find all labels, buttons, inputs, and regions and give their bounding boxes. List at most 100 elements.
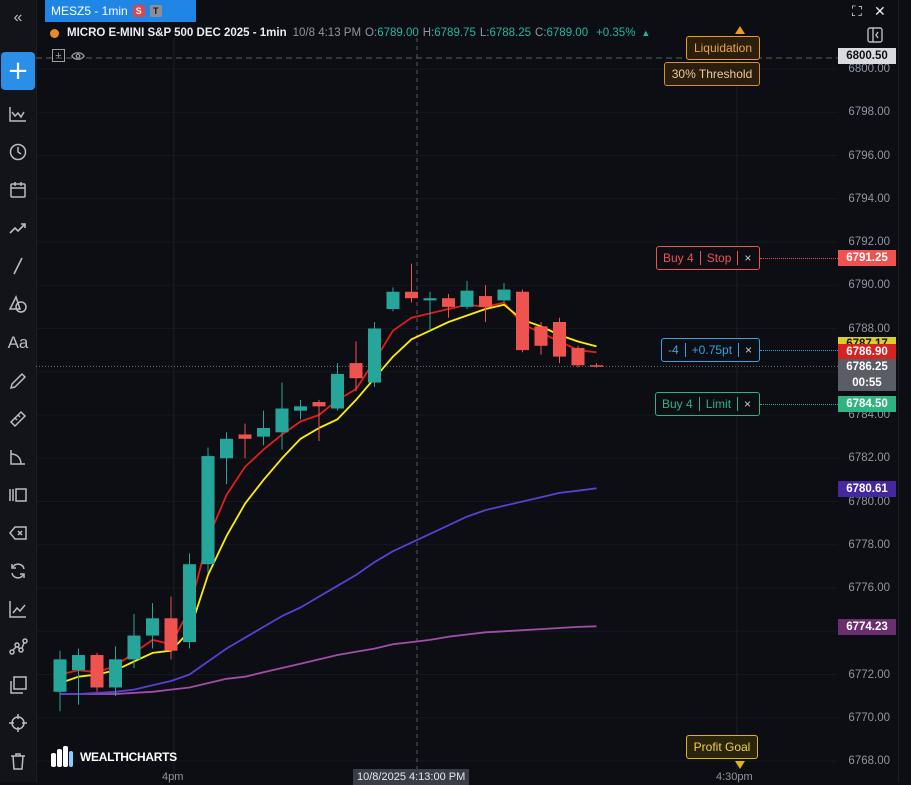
delete-tool-icon[interactable] — [6, 749, 30, 773]
candle-body — [90, 655, 104, 688]
stats-tool-icon[interactable] — [6, 597, 30, 621]
stop-order[interactable]: Buy 4 Stop × — [656, 246, 760, 270]
stop-order-cancel-icon[interactable]: × — [738, 251, 757, 265]
limit-order-label: Buy 4 — [662, 397, 693, 411]
candle-body — [109, 659, 122, 688]
price-tick-label: 6780.00 — [848, 495, 890, 508]
price-tick-label: 6772.00 — [848, 668, 890, 681]
price-tick-label: 6790.00 — [848, 279, 890, 292]
wealthcharts-logo: WEALTHCHARTS — [50, 745, 177, 769]
collapse-toolbar-icon[interactable]: « — [0, 0, 36, 36]
candle-body — [516, 291, 529, 351]
candle-body — [423, 298, 437, 301]
trend-tool-icon[interactable] — [6, 216, 30, 240]
candle-body — [590, 365, 603, 367]
profit-goal-marker[interactable]: Profit Goal — [686, 735, 758, 759]
position-order[interactable]: -4 +0.75pt × — [661, 338, 760, 362]
exchange-logo-icon — [50, 28, 59, 38]
price-tick-label: 6776.00 — [848, 582, 890, 594]
candle-body — [238, 434, 252, 439]
candle-body — [553, 322, 566, 357]
close-icon[interactable]: ✕ — [874, 3, 886, 20]
candle-body — [183, 564, 196, 643]
price-tick-label: 6796.00 — [848, 149, 890, 162]
t-badge[interactable]: T — [149, 5, 162, 17]
ma-blue-line — [60, 487, 597, 695]
candle-body — [53, 659, 67, 692]
candle-body — [571, 347, 585, 366]
candle-body — [386, 291, 400, 310]
candle-body — [257, 427, 270, 437]
price-tag-ma-blue: 6780.61 — [838, 481, 896, 497]
liquidation-marker[interactable]: Liquidation — [686, 36, 760, 60]
candle-body — [294, 406, 307, 411]
tab-title: MESZ5 - 1min — [51, 4, 128, 18]
stop-order-type: Stop — [706, 251, 732, 265]
crosshair-tool-icon[interactable] — [6, 711, 30, 735]
candle-body — [201, 456, 215, 565]
price-tag-limit: 6784.50 — [838, 396, 896, 412]
chart-tab[interactable]: MESZ5 - 1min S T — [45, 0, 196, 22]
candle-body — [164, 618, 178, 651]
clock-tool-icon[interactable] — [6, 140, 30, 164]
limit-order-cancel-icon[interactable]: × — [738, 397, 757, 411]
pencil-tool-icon[interactable] — [6, 369, 30, 393]
sync-tool-icon[interactable] — [6, 559, 30, 583]
position-pnl: +0.75pt — [691, 343, 733, 357]
calendar-tool-icon[interactable] — [6, 178, 30, 202]
ema-red-line — [59, 301, 597, 676]
candle-body — [349, 363, 363, 379]
panel-toggle-icon[interactable] — [866, 26, 884, 44]
up-arrow-icon: ▲ — [641, 28, 651, 38]
nodes-tool-icon[interactable] — [6, 635, 30, 659]
brand-name: WEALTHCHARTS — [80, 750, 177, 764]
price-tick-label: 6794.00 — [848, 192, 890, 205]
candle-body — [127, 635, 141, 660]
crosshair-time-label: 10/8/2025 4:13:00 PM — [353, 769, 470, 785]
candle-body — [275, 408, 289, 433]
limit-order[interactable]: Buy 4 Limit × — [655, 392, 760, 416]
limit-order-line — [760, 404, 838, 405]
indicator-tool-icon[interactable] — [6, 102, 30, 126]
ema-yellow-line — [59, 303, 597, 684]
price-tick-label: 6792.00 — [848, 236, 890, 248]
layers-tool-icon[interactable] — [6, 673, 30, 697]
price-tick-label: 6768.00 — [848, 755, 890, 767]
position-close-icon[interactable]: × — [739, 343, 758, 357]
erase-tool-icon[interactable] — [6, 521, 30, 545]
limit-order-type: Limit — [705, 397, 732, 411]
time-label-430pm: 4:30pm — [716, 771, 753, 783]
price-tick-label: 6788.00 — [848, 322, 890, 335]
shapes-tool-icon[interactable] — [6, 292, 30, 316]
candle-body — [312, 402, 326, 407]
price-tag-ema-red: 6786.90 — [838, 344, 896, 360]
candle-body — [331, 373, 344, 409]
candle-body — [534, 326, 548, 346]
line-tool-icon[interactable] — [6, 254, 30, 278]
stop-order-line — [760, 258, 838, 259]
countdown-tag: 00:55 — [838, 375, 896, 391]
liquidation-arrow-icon — [735, 26, 745, 34]
maximize-icon[interactable]: ⛶ — [852, 3, 862, 20]
price-tag-ma-purple: 6774.23 — [838, 619, 896, 635]
candle-body — [479, 296, 492, 307]
stop-order-label: Buy 4 — [663, 251, 694, 265]
s-badge[interactable]: S — [132, 5, 145, 17]
threshold-marker[interactable]: 30% Threshold — [664, 62, 760, 86]
price-tag-stop: 6791.25 — [838, 250, 896, 266]
candle-body — [72, 655, 85, 671]
candle-body — [442, 298, 455, 307]
angle-tool-icon[interactable] — [6, 445, 30, 469]
wealthcharts-logo-icon — [51, 746, 73, 767]
candle-body — [405, 291, 418, 299]
candle-body — [220, 438, 233, 459]
price-tick-label: 6782.00 — [848, 452, 890, 465]
drawing-toolbar: « + Aa — [0, 0, 37, 782]
list-tool-icon[interactable] — [6, 483, 30, 507]
ruler-tool-icon[interactable] — [6, 407, 30, 431]
price-tick-label: 6778.00 — [848, 538, 890, 551]
add-tool-button[interactable]: + — [1, 52, 35, 90]
candle-body — [460, 290, 474, 307]
text-tool-icon[interactable]: Aa — [6, 331, 30, 355]
candle-body — [368, 328, 381, 383]
